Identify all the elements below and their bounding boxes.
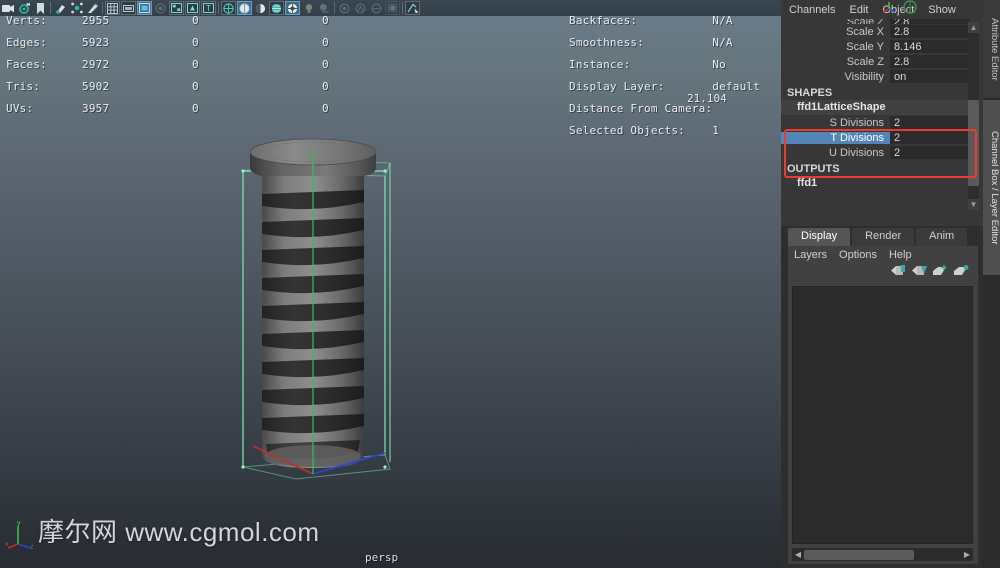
channel-value[interactable]: 8.146 [890,39,970,54]
maya-window: T Verts: 2955 0 0 Edges: 5923 0 0 Faces:… [0,0,1000,568]
svg-text:y: y [17,520,21,527]
model-screw-with-lattice [241,138,391,480]
channel-value[interactable]: 2 [890,130,970,145]
layer-prev-icon[interactable] [891,264,907,278]
new-layer-from-selected-icon[interactable] [954,264,970,278]
side-tab-attribute-editor[interactable]: Attribute Editor [983,0,1000,98]
viewport-3d[interactable]: T Verts: 2955 0 0 Edges: 5923 0 0 Faces:… [0,0,781,568]
channel-name[interactable]: T Divisions [781,131,890,144]
svg-text:z: z [30,544,34,551]
layer-list-hscrollbar[interactable]: ◀ ▶ [792,548,973,561]
tab-render[interactable]: Render [852,228,915,246]
scroll-up-arrow-icon[interactable]: ▲ [968,22,979,33]
channel-name[interactable]: U Divisions [781,147,890,159]
channel-name[interactable]: Scale Z [781,56,890,68]
channel-box-scroll-area[interactable]: Scale Z2.8Scale X2.8Scale Y8.146Scale Z2… [781,19,983,214]
channel-row[interactable]: S Divisions 2 [781,115,970,130]
channel-row[interactable]: T Divisions 2 [781,130,970,145]
viewport-camera-label: persp [365,551,399,564]
tab-display[interactable]: Display [788,228,851,246]
hscroll-right-arrow-icon[interactable]: ▶ [961,549,973,560]
side-tab-channel-box[interactable]: Channel Box / Layer Editor [983,100,1000,275]
panel-side-tabs[interactable]: Attribute Editor Channel Box / Layer Edi… [983,0,1000,568]
layer-editor[interactable]: Display Render Anim Layers Options Help [781,228,983,568]
move-manipulator-icon [882,0,917,14]
scrollbar-thumb[interactable] [968,100,979,186]
channel-name[interactable]: Visibility [781,71,890,83]
layer-editor-body: Layers Options Help ◀ ▶ [788,246,978,564]
layer-editor-tabs[interactable]: Display Render Anim [781,228,983,246]
channel-box-scrollbar[interactable]: ▲ ▼ [968,22,979,210]
channel-value[interactable]: on [890,69,970,84]
right-panel: Channels Edit Object Show Scale Z2.8Scal… [781,0,1000,568]
channel-row[interactable]: Scale Y 8.146 [781,39,970,54]
menu-help[interactable]: Help [889,249,912,261]
hscroll-left-arrow-icon[interactable]: ◀ [792,549,804,560]
channel-name[interactable]: Scale X [781,26,890,38]
channel-row[interactable]: Scale Z2.8 [781,54,970,69]
channel-name[interactable]: Scale Z [781,19,890,24]
channel-box-output-node[interactable]: ffd1 [781,176,970,191]
menu-options[interactable]: Options [839,249,877,261]
channel-value[interactable]: 2 [890,145,970,160]
menu-layers[interactable]: Layers [794,249,827,261]
new-layer-icon[interactable] [933,264,949,278]
layer-next-icon[interactable] [912,264,928,278]
layer-list[interactable] [792,286,973,544]
channel-value[interactable]: 2 [890,115,970,130]
menu-edit[interactable]: Edit [849,4,868,16]
menu-show[interactable]: Show [928,4,956,16]
channel-box[interactable]: Channels Edit Object Show Scale Z2.8Scal… [781,0,983,226]
tab-anim[interactable]: Anim [916,228,968,246]
menu-channels[interactable]: Channels [789,4,835,16]
channel-box-outputs-header: OUTPUTS [787,163,840,175]
channel-value[interactable]: 2.8 [890,54,970,69]
svg-text:x: x [5,541,9,548]
axis-orientation-gizmo: y x z [5,520,34,551]
channel-row[interactable]: Scale Z2.8 [781,19,970,24]
channel-box-shape-node[interactable]: ffd1LatticeShape [781,100,970,115]
layer-editor-toolbar[interactable] [788,263,978,280]
channel-name[interactable]: S Divisions [781,117,890,129]
layer-editor-menubar[interactable]: Layers Options Help [788,246,978,263]
channel-value[interactable]: 2.8 [890,19,970,24]
channel-box-shapes-header: SHAPES [787,87,833,99]
scroll-down-arrow-icon[interactable]: ▼ [968,199,979,210]
watermark-text: 摩尔网 www.cgmol.com [38,517,320,547]
channel-row[interactable]: Scale X 2.8 [781,24,970,39]
channel-row[interactable]: Visibility on [781,69,970,84]
channel-name[interactable]: Scale Y [781,41,890,53]
channel-row[interactable]: U Divisions 2 [781,145,970,160]
channel-value[interactable]: 2.8 [890,24,970,39]
hscroll-thumb[interactable] [804,549,914,560]
